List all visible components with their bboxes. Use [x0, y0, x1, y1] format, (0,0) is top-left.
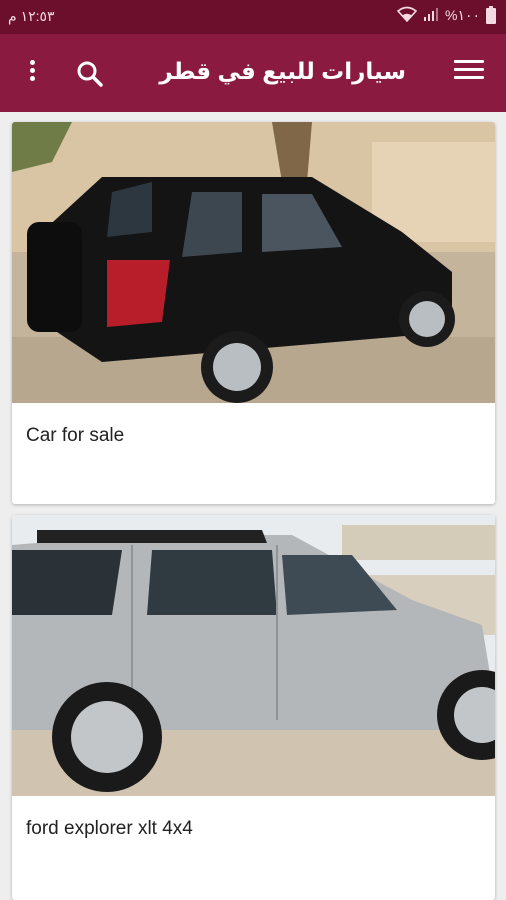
listing-title: Car for sale — [26, 425, 125, 446]
status-right: %١٠٠ — [396, 5, 496, 25]
listing-card[interactable]: ford explorer xlt 4x4 — [12, 515, 495, 900]
app-bar: سيارات للبيع في قطر — [0, 34, 506, 112]
status-bar: ١٢:٥٣ م %١٠٠ — [0, 0, 506, 34]
status-time: ١٢:٥٣ م — [8, 8, 55, 24]
status-left: ١٢:٥٣ م — [8, 8, 55, 25]
hamburger-menu-icon[interactable] — [454, 60, 484, 84]
search-icon[interactable] — [74, 58, 106, 90]
signal-icon — [423, 7, 439, 24]
listing-card[interactable]: Car for sale — [12, 122, 495, 504]
page-title: سيارات للبيع في قطر — [159, 58, 406, 84]
listing-title: ford explorer xlt 4x4 — [26, 818, 193, 839]
battery-level: %١٠٠ — [444, 7, 480, 23]
black-suv-photo — [12, 122, 495, 403]
wifi-icon — [396, 6, 418, 25]
silver-suv-photo — [12, 515, 495, 796]
more-vertical-icon[interactable] — [22, 58, 42, 88]
battery-icon — [486, 5, 496, 24]
